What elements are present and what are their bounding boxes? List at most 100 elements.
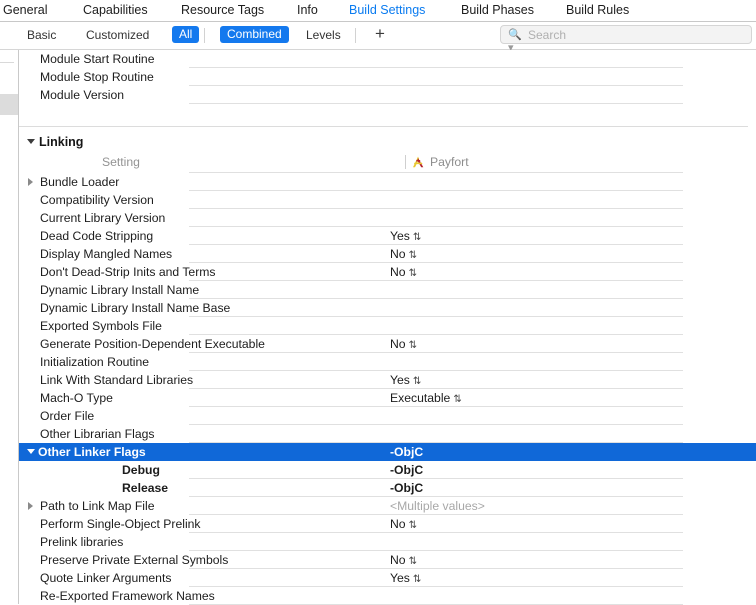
stepper-icon[interactable]: ⇅: [409, 250, 417, 261]
stepper-icon[interactable]: ⇅: [409, 268, 417, 279]
setting-name: Module Stop Routine: [40, 70, 158, 85]
table-row[interactable]: Compatibility Version: [19, 191, 756, 209]
setting-value-text: -ObjC: [390, 481, 424, 495]
xcode-project-icon: [413, 156, 424, 168]
table-row[interactable]: Generate Position-Dependent Executable No…: [19, 335, 756, 353]
setting-name: Quote Linker Arguments: [40, 571, 176, 586]
setting-value[interactable]: No ⇅: [390, 553, 417, 569]
setting-name: Path to Link Map File: [40, 499, 159, 514]
setting-name: Bundle Loader: [40, 175, 124, 190]
table-row[interactable]: Perform Single-Object Prelink No ⇅: [19, 515, 756, 533]
table-row[interactable]: Link With Standard Libraries Yes ⇅: [19, 371, 756, 389]
tab-resource-tags[interactable]: Resource Tags: [181, 3, 264, 18]
table-row[interactable]: Path to Link Map File <Multiple values>: [19, 497, 756, 515]
filter-button-customized[interactable]: Customized: [86, 27, 149, 44]
setting-value-text: No: [390, 265, 406, 279]
setting-value[interactable]: Yes ⇅: [390, 571, 421, 587]
stepper-icon[interactable]: ⇅: [409, 556, 417, 567]
build-settings-table: Module Start Routine Module Stop Routine M…: [19, 50, 756, 605]
setting-value-text: No: [390, 337, 406, 351]
table-row[interactable]: Display Mangled Names No ⇅: [19, 245, 756, 263]
setting-name: Exported Symbols File: [40, 319, 166, 334]
section-header-linking[interactable]: Linking: [19, 132, 756, 152]
table-row[interactable]: Module Version: [19, 86, 756, 104]
table-row[interactable]: Debug -ObjC: [19, 461, 756, 479]
setting-name: Perform Single-Object Prelink: [40, 517, 205, 532]
table-row[interactable]: Dynamic Library Install Name Base: [19, 299, 756, 317]
setting-value[interactable]: -ObjC: [390, 463, 423, 478]
stepper-icon[interactable]: ⇅: [413, 232, 421, 243]
left-gutter: [0, 50, 19, 604]
setting-name: Dynamic Library Install Name Base: [40, 301, 235, 316]
build-settings-content: Module Start Routine Module Stop Routine M…: [0, 50, 756, 605]
setting-value[interactable]: <Multiple values>: [390, 499, 485, 514]
setting-value-text: Yes: [390, 373, 410, 387]
filter-button-basic[interactable]: Basic: [27, 27, 56, 44]
setting-name: Module Start Routine: [40, 52, 159, 67]
table-row[interactable]: Mach-O Type Executable ⇅: [19, 389, 756, 407]
chevron-down-icon[interactable]: [27, 139, 35, 144]
setting-name: Preserve Private External Symbols: [40, 553, 233, 568]
filter-button-levels[interactable]: Levels: [306, 27, 341, 44]
table-row[interactable]: Don't Dead-Strip Inits and Terms No ⇅: [19, 263, 756, 281]
setting-value[interactable]: No ⇅: [390, 517, 417, 533]
table-row[interactable]: Module Start Routine: [19, 50, 756, 68]
setting-value-text: Yes: [390, 229, 410, 243]
setting-name: Re-Exported Framework Names: [40, 589, 219, 604]
table-row[interactable]: Dynamic Library Install Name: [19, 281, 756, 299]
setting-value-text: <Multiple values>: [390, 499, 485, 513]
table-row[interactable]: Quote Linker Arguments Yes ⇅: [19, 569, 756, 587]
stepper-icon[interactable]: ⇅: [409, 520, 417, 531]
table-row[interactable]: Preserve Private External Symbols No ⇅: [19, 551, 756, 569]
table-row[interactable]: Module Stop Routine: [19, 68, 756, 86]
table-row[interactable]: Exported Symbols File: [19, 317, 756, 335]
filter-button-all[interactable]: All: [172, 26, 200, 43]
search-field[interactable]: 🔍▾ Search: [500, 25, 752, 54]
table-row[interactable]: Initialization Routine: [19, 353, 756, 371]
table-row[interactable]: Order File: [19, 407, 756, 425]
setting-value-text: No: [390, 517, 406, 531]
tab-build-phases[interactable]: Build Phases: [461, 3, 534, 18]
setting-value[interactable]: Yes ⇅: [390, 373, 421, 389]
column-divider: [405, 155, 406, 169]
stepper-icon[interactable]: ⇅: [409, 340, 417, 351]
gutter-selected-block[interactable]: [0, 94, 18, 115]
filter-button-combined[interactable]: Combined: [220, 26, 289, 43]
setting-value[interactable]: -ObjC: [390, 481, 423, 496]
setting-name: Debug: [122, 463, 164, 478]
setting-value[interactable]: Yes ⇅: [390, 229, 421, 245]
table-row[interactable]: Current Library Version: [19, 209, 756, 227]
stepper-icon[interactable]: ⇅: [413, 574, 421, 585]
top-settings-rows: Module Start Routine Module Stop Routine M…: [19, 50, 756, 104]
table-row[interactable]: Dead Code Stripping Yes ⇅: [19, 227, 756, 245]
stepper-icon[interactable]: ⇅: [453, 394, 461, 405]
setting-value[interactable]: Executable ⇅: [390, 391, 462, 407]
search-input[interactable]: Search: [528, 28, 566, 43]
setting-value[interactable]: No ⇅: [390, 265, 417, 281]
setting-value-text: -ObjC: [390, 445, 424, 459]
add-setting-button[interactable]: +: [372, 25, 388, 43]
section-divider: [19, 122, 756, 132]
search-icon: 🔍▾: [508, 29, 522, 54]
table-row[interactable]: Prelink libraries: [19, 533, 756, 551]
tab-capabilities[interactable]: Capabilities: [83, 3, 148, 18]
tab-build-settings[interactable]: Build Settings: [349, 3, 425, 18]
stepper-icon[interactable]: ⇅: [413, 376, 421, 387]
table-row[interactable]: Bundle Loader: [19, 173, 756, 191]
setting-name: Don't Dead-Strip Inits and Terms: [40, 265, 220, 280]
setting-value[interactable]: No ⇅: [390, 337, 417, 353]
setting-value[interactable]: No ⇅: [390, 247, 417, 263]
tab-build-rules[interactable]: Build Rules: [566, 3, 629, 18]
chevron-down-icon[interactable]: [27, 449, 35, 454]
table-row[interactable]: Release -ObjC: [19, 479, 756, 497]
tab-info[interactable]: Info: [297, 3, 318, 18]
table-row[interactable]: Other Librarian Flags: [19, 425, 756, 443]
setting-name: Other Linker Flags: [38, 445, 146, 459]
table-row[interactable]: Other Linker Flags -ObjC: [19, 443, 756, 461]
chevron-right-icon[interactable]: [28, 178, 33, 186]
setting-name: Order File: [40, 409, 99, 424]
table-row[interactable]: Re-Exported Framework Names: [19, 587, 756, 605]
chevron-right-icon[interactable]: [28, 502, 33, 510]
tab-general[interactable]: General: [3, 3, 47, 18]
setting-value[interactable]: -ObjC: [390, 445, 423, 460]
